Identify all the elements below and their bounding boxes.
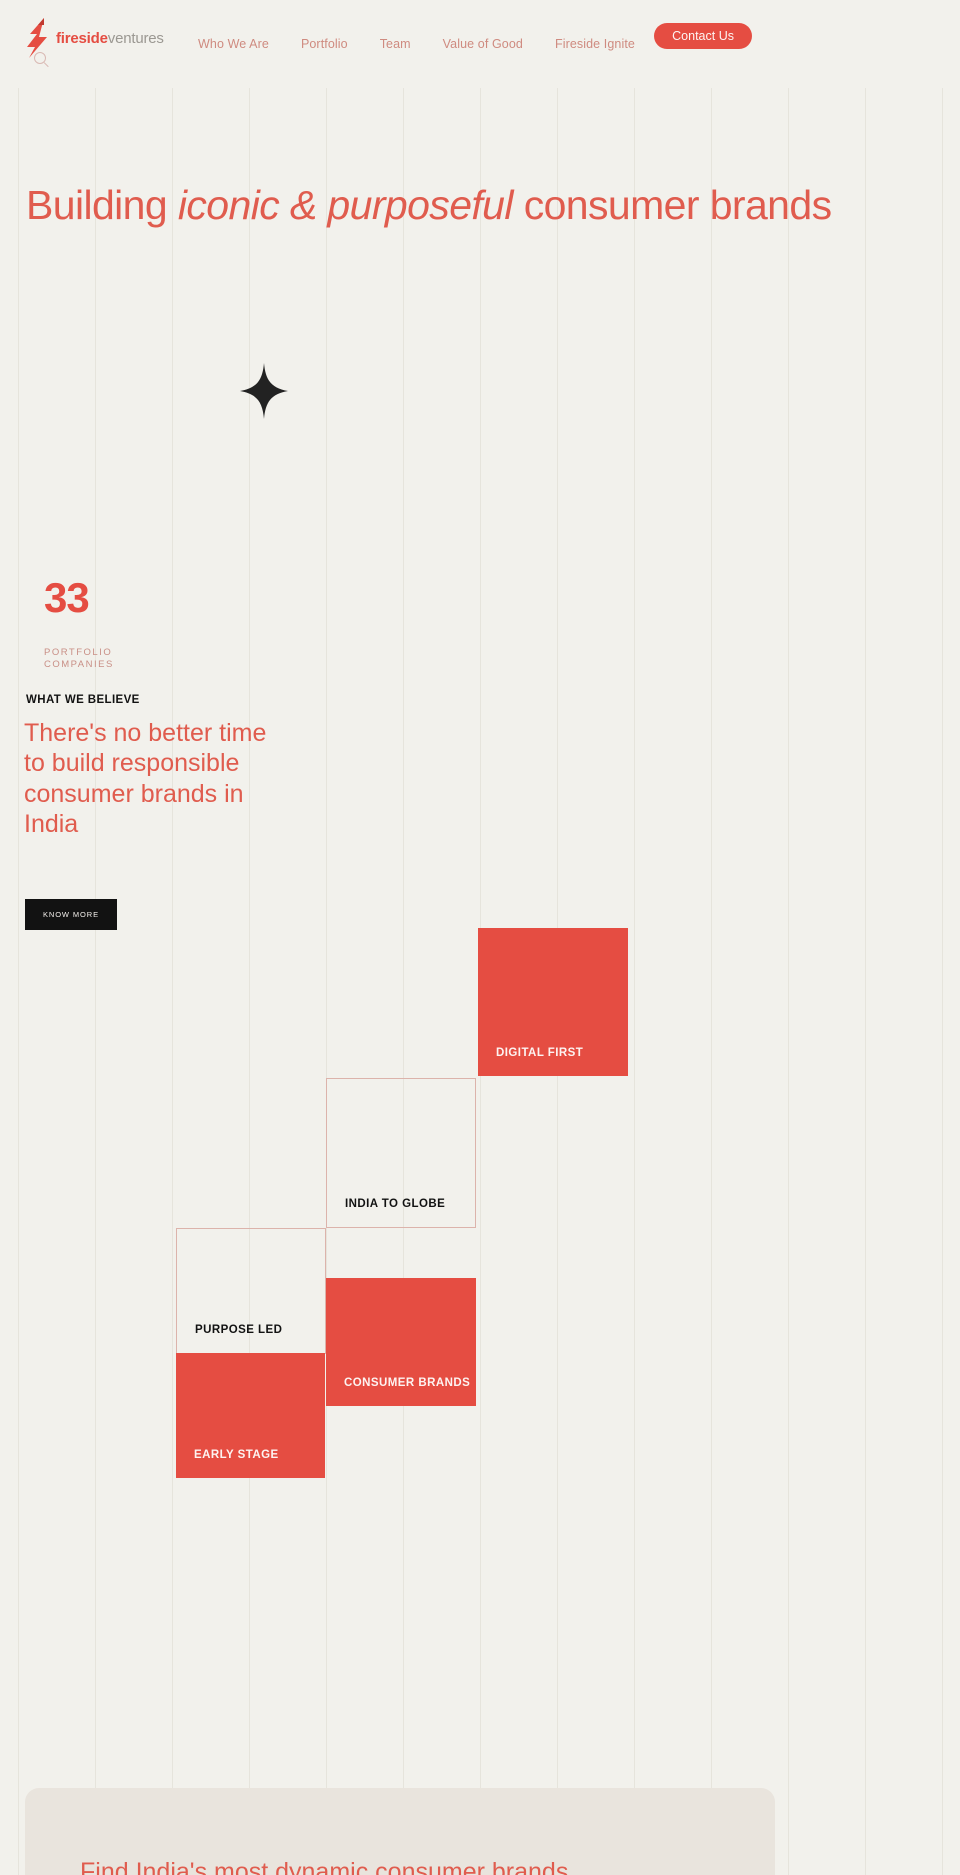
nav-item-value-of-good[interactable]: Value of Good	[427, 37, 539, 51]
pillar-box-digital-first[interactable]: DIGITAL FIRST	[478, 928, 628, 1076]
site-header: firesideventures Who We Are Portfolio Te…	[0, 0, 960, 88]
pillars-staircase: DIGITAL FIRST INDIA TO GLOBE PURPOSE LED…	[0, 0, 960, 1875]
page-root: firesideventures Who We Are Portfolio Te…	[0, 0, 960, 1875]
pillar-box-purpose-led[interactable]: PURPOSE LED	[176, 1228, 326, 1354]
logo-text: firesideventures	[56, 30, 164, 47]
logo-brand-light: ventures	[107, 29, 164, 47]
contact-us-button[interactable]: Contact Us	[654, 23, 752, 49]
pillar-label: CONSUMER BRANDS	[344, 1377, 471, 1389]
pillar-label: INDIA TO GLOBE	[345, 1198, 446, 1210]
bottom-feature-panel: Find India's most dynamic consumer brand…	[25, 1788, 775, 1875]
pillar-box-consumer-brands[interactable]: CONSUMER BRANDS	[326, 1278, 476, 1406]
search-icon[interactable]	[34, 52, 50, 68]
pillar-box-early-stage[interactable]: EARLY STAGE	[176, 1353, 325, 1478]
pillar-label: DIGITAL FIRST	[496, 1047, 584, 1059]
pillar-label: PURPOSE LED	[195, 1324, 283, 1336]
nav-item-team[interactable]: Team	[364, 37, 427, 51]
nav-item-portfolio[interactable]: Portfolio	[285, 37, 364, 51]
pillar-label: EARLY STAGE	[194, 1449, 279, 1461]
bottom-panel-text: Find India's most dynamic consumer brand…	[80, 1858, 569, 1875]
nav-item-fireside-ignite[interactable]: Fireside Ignite	[539, 37, 651, 51]
logo-brand-bold: fireside	[56, 29, 108, 47]
nav-item-who-we-are[interactable]: Who We Are	[182, 37, 285, 51]
pillar-box-india-to-globe[interactable]: INDIA TO GLOBE	[326, 1078, 476, 1228]
